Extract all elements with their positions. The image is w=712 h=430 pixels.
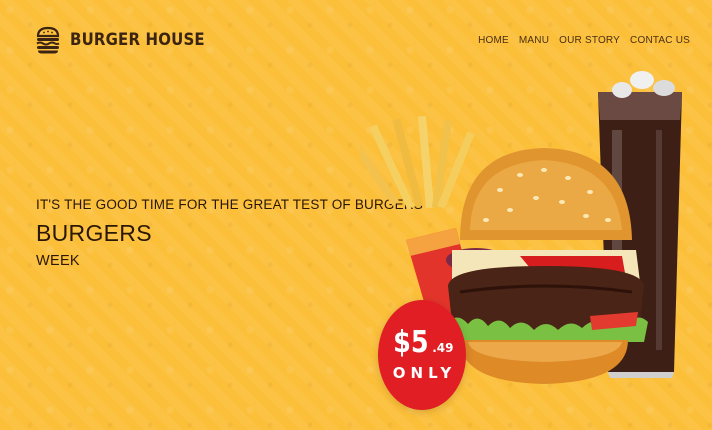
nav-contact[interactable]: CONTAC US bbox=[630, 35, 690, 46]
burger-icon bbox=[446, 148, 648, 384]
nav-home[interactable]: HOME bbox=[478, 35, 509, 46]
price-badge: $5 .49 ONLY bbox=[378, 300, 466, 410]
main-nav: HOME MANU OUR STORY CONTAC US bbox=[478, 35, 690, 46]
brand[interactable]: BURGER HOUSE bbox=[34, 25, 223, 55]
price-main: $5 bbox=[393, 325, 430, 360]
brand-name: BURGER HOUSE bbox=[70, 30, 205, 50]
price-note: ONLY bbox=[392, 364, 457, 382]
burger-logo-icon bbox=[36, 26, 60, 54]
price-cents: .49 bbox=[432, 341, 454, 355]
price-value: $5 .49 bbox=[390, 325, 454, 360]
nav-menu[interactable]: MANU bbox=[519, 35, 549, 46]
nav-our-story[interactable]: OUR STORY bbox=[559, 35, 620, 46]
